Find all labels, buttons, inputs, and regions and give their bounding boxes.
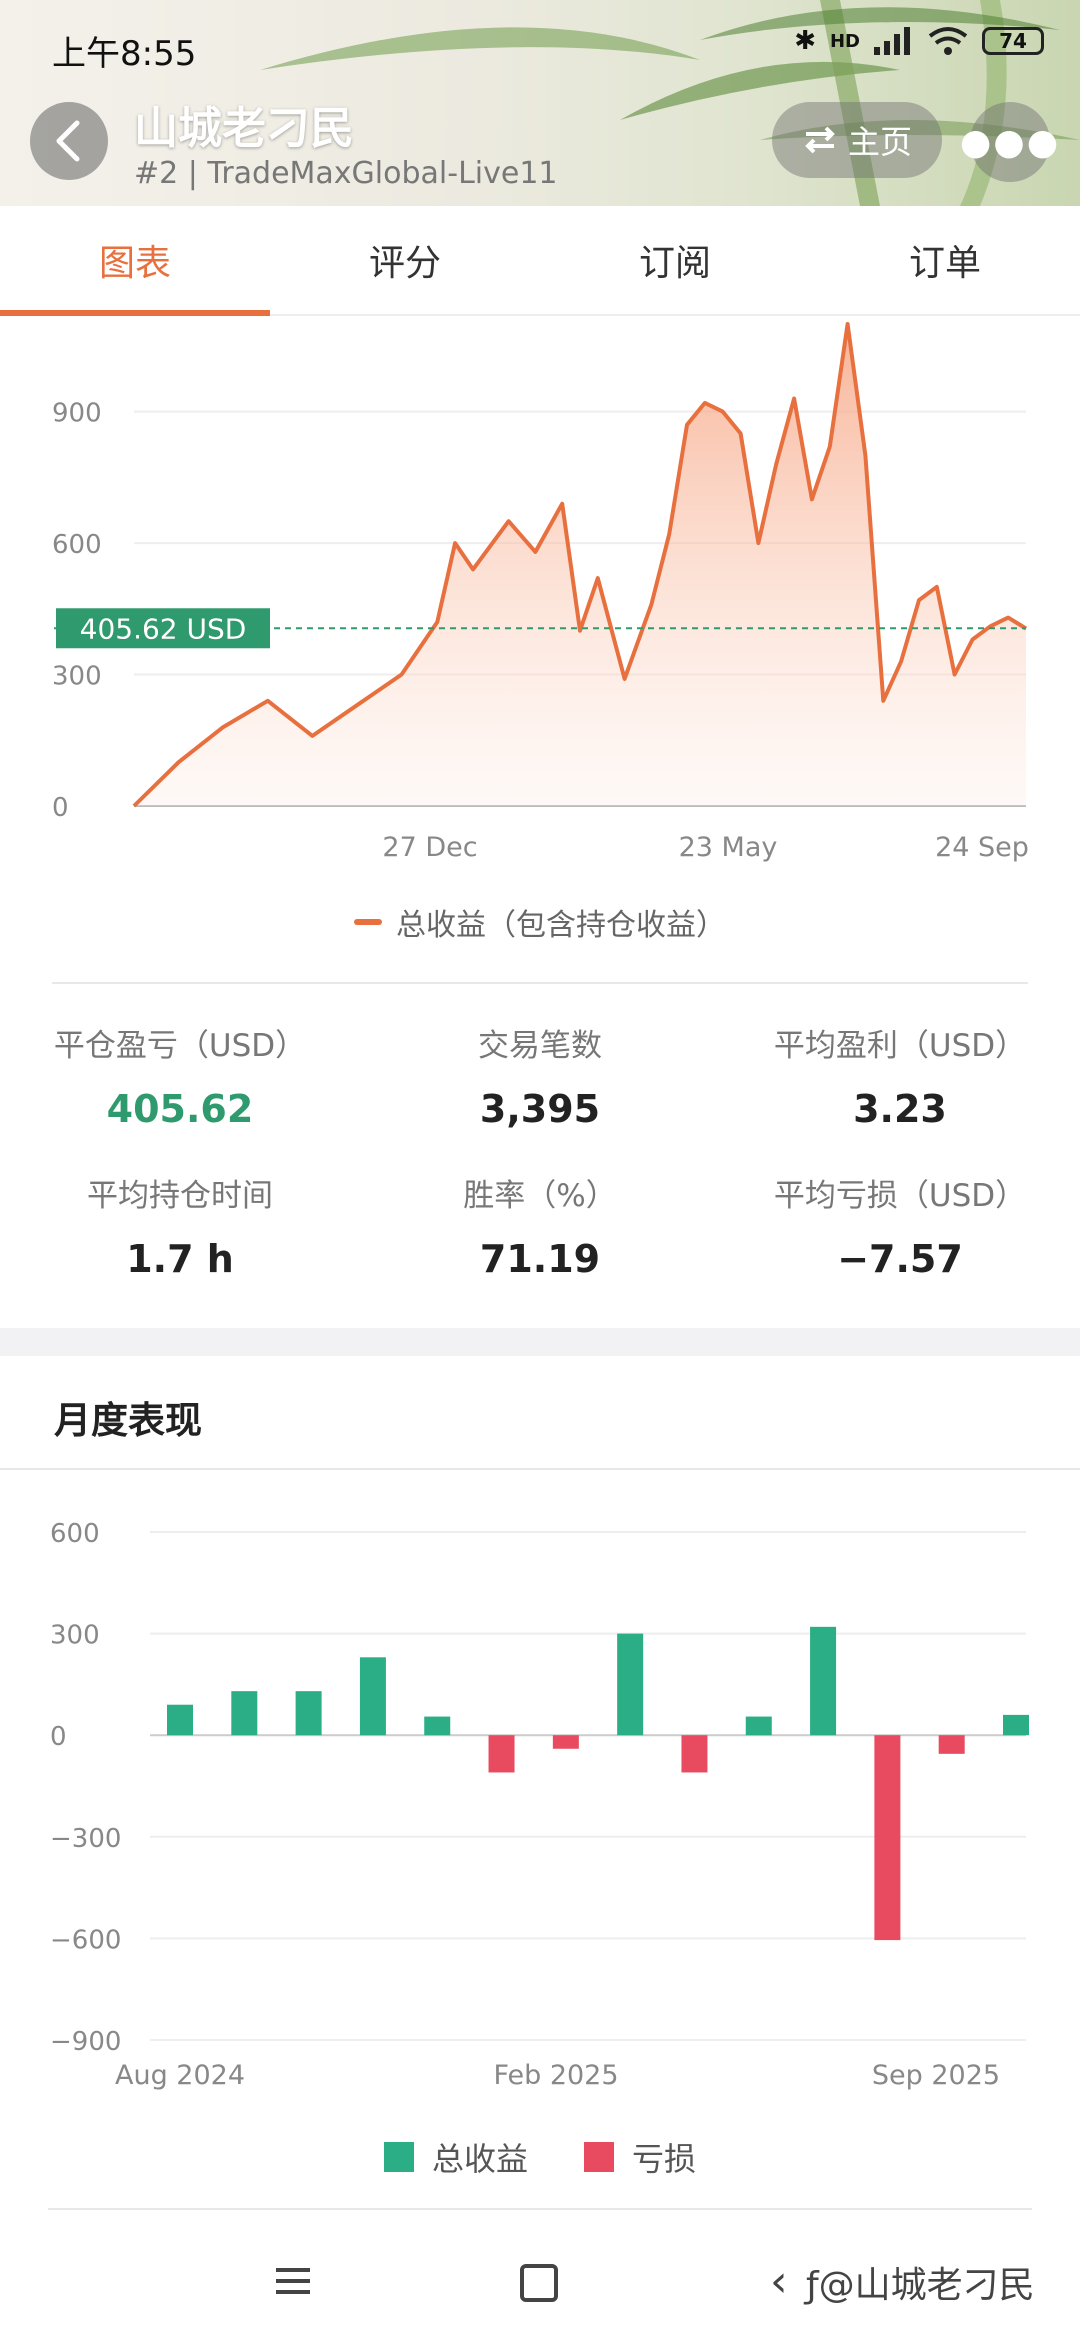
y-tick-label: −600	[50, 1925, 121, 1955]
section-separator	[0, 1328, 1080, 1356]
stat-label: 平仓盈亏（USD）	[53, 1028, 307, 1064]
battery-icon: 74	[982, 27, 1044, 55]
month-bar	[424, 1716, 451, 1736]
x-tick-label: 23 May	[679, 832, 778, 863]
x-tick-label: 24 Sep	[935, 832, 1029, 863]
equity-legend: 总收益（包含持仓收益）	[0, 900, 1080, 944]
stat-value: 71.19	[479, 1237, 601, 1281]
stat-label: 平均亏损（USD）	[773, 1178, 1027, 1214]
y-tick-label: 300	[52, 662, 102, 692]
nav-home-icon[interactable]	[520, 2264, 558, 2302]
tab-chart[interactable]: 图表	[0, 206, 270, 316]
y-tick-label: 0	[52, 793, 69, 823]
y-tick-label: 0	[50, 1722, 67, 1752]
current-value-label: 405.62 USD	[80, 612, 247, 645]
more-dots-icon: ●●●	[959, 121, 1061, 163]
bluetooth-icon: ✱	[794, 26, 816, 56]
divider	[0, 1468, 1080, 1470]
x-tick-label: Aug 2024	[115, 2060, 245, 2091]
more-button[interactable]: ●●●	[960, 102, 1058, 182]
tab-rating[interactable]: 评分	[270, 206, 540, 314]
month-bar	[938, 1735, 965, 1754]
month-bar	[810, 1626, 837, 1736]
y-tick-label: 300	[50, 1621, 100, 1651]
x-tick-label: Feb 2025	[493, 2060, 618, 2091]
month-bar	[617, 1633, 644, 1736]
monthly-legend: 总收益 亏损	[0, 2134, 1080, 2180]
stat-value: 405.62	[106, 1087, 254, 1131]
signal-icon	[874, 27, 910, 55]
stat-avg-loss: 平均亏损（USD） −7.57	[720, 1170, 1080, 1281]
y-tick-label: −900	[50, 2027, 121, 2057]
stat-value: 1.7 h	[126, 1237, 234, 1281]
menu-icon[interactable]	[276, 2266, 310, 2296]
legend-gain-label: 总收益	[431, 2140, 528, 2178]
tab-orders[interactable]: 订单	[810, 206, 1080, 314]
page-title: 山城老刁民	[134, 103, 354, 154]
y-tick-label: −300	[50, 1824, 121, 1854]
legend-loss-swatch	[584, 2142, 614, 2172]
stat-trade-count: 交易笔数 3,395	[360, 1020, 720, 1131]
x-tick-label: 27 Dec	[382, 832, 477, 863]
month-bar	[167, 1704, 193, 1736]
month-bar	[874, 1735, 901, 1941]
month-bar	[231, 1691, 258, 1736]
stat-label: 交易笔数	[478, 1028, 602, 1064]
stat-closed-pnl: 平仓盈亏（USD） 405.62	[0, 1020, 360, 1131]
network-label: HD	[829, 30, 860, 52]
header-banner: 上午8:55 ✱ HD 74 山城老刁民 #2 | TradeMaxGlobal…	[0, 0, 1080, 206]
wifi-icon	[928, 27, 968, 55]
status-icons: ✱ HD 74	[794, 26, 1044, 56]
battery-level: 74	[999, 29, 1027, 53]
nav-back-icon[interactable]: ‹	[770, 2256, 788, 2307]
divider	[48, 2208, 1032, 2210]
month-bar	[681, 1735, 708, 1773]
stat-label: 平均持仓时间	[87, 1178, 273, 1214]
legend-gain-swatch	[383, 2142, 414, 2172]
y-tick-label: 900	[52, 399, 102, 429]
stat-value: 3.23	[853, 1087, 947, 1131]
y-tick-label: 600	[52, 530, 102, 560]
stat-avg-profit: 平均盈利（USD） 3.23	[720, 1020, 1080, 1131]
stat-win-rate: 胜率（%） 71.19	[360, 1170, 720, 1281]
stat-value: −7.57	[837, 1237, 963, 1281]
x-tick-label: Sep 2025	[872, 2060, 1000, 2091]
stat-label: 平均盈利（USD）	[773, 1028, 1027, 1064]
tab-bar: 图表 评分 订阅 订单	[0, 206, 1080, 316]
stat-avg-hold-time: 平均持仓时间 1.7 h	[0, 1170, 360, 1281]
home-button-label: 主页	[847, 123, 912, 161]
equity-legend-label: 总收益（包含持仓收益）	[396, 908, 726, 943]
tab-subscribe[interactable]: 订阅	[540, 206, 810, 314]
stat-value: 3,395	[479, 1087, 601, 1131]
monthly-bar-chart[interactable]: 600 300 0 −300 −600 −900Aug 2024 Feb 2025 Sep 2…	[0, 1490, 1080, 2130]
month-bar	[488, 1735, 515, 1773]
month-bar	[359, 1657, 386, 1736]
legend-loss-label: 亏损	[632, 2140, 697, 2178]
back-button[interactable]	[30, 102, 108, 180]
home-button[interactable]: 主页	[772, 102, 942, 178]
month-bar	[745, 1716, 772, 1736]
legend-line-swatch	[354, 919, 382, 925]
watermark: ƒ@山城老刁民	[806, 2265, 1035, 2306]
swap-icon	[805, 126, 835, 154]
month-bar	[295, 1691, 322, 1736]
equity-area-fill	[134, 324, 1026, 806]
equity-area-chart[interactable]: 0 300 600 900 405.62 USD 27 Dec 23 May 24 Sep	[0, 314, 1080, 954]
month-bar	[552, 1735, 579, 1749]
chevron-left-icon	[56, 120, 80, 162]
status-time: 上午8:55	[52, 34, 197, 74]
account-subtitle: #2 | TradeMaxGlobal-Live11	[134, 156, 558, 191]
divider	[52, 982, 1028, 984]
y-tick-label: 600	[50, 1519, 100, 1549]
monthly-section-title: 月度表现	[54, 1399, 202, 1442]
stat-label: 胜率（%）	[463, 1178, 617, 1214]
system-nav-bar: ‹ ƒ@山城老刁民	[0, 2230, 1080, 2340]
month-bar	[1003, 1714, 1029, 1736]
